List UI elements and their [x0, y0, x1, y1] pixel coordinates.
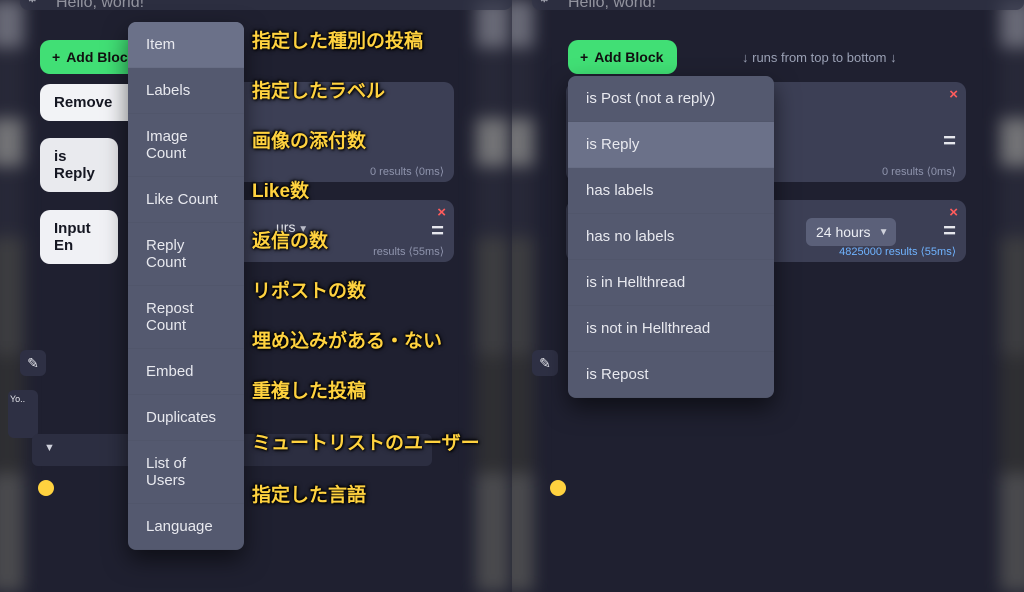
sidebar-blur-r	[512, 0, 534, 592]
close-icon[interactable]: ×	[949, 86, 958, 103]
anno-2: 画像の添付数	[252, 126, 366, 153]
menu-item-like-count[interactable]: Like Count	[128, 177, 244, 223]
remove-card[interactable]: Remove	[40, 84, 138, 121]
menu-item-post-not-reply[interactable]: is Post (not a reply)	[568, 76, 774, 122]
hello-text-r: Hello, world!	[568, 0, 656, 12]
add-block-label: Add Block	[66, 49, 135, 65]
pencil-icon[interactable]: ✎	[20, 350, 46, 376]
menu-item-list-of-users[interactable]: List of Users	[128, 441, 244, 504]
menu-item-in-hellthread[interactable]: is in Hellthread	[568, 260, 774, 306]
anno-1: 指定したラベル	[252, 76, 385, 103]
status-dot	[38, 480, 54, 496]
content-blur	[476, 0, 510, 592]
is-reply-card[interactable]: is Reply	[40, 138, 118, 192]
drag-handle-icon[interactable]: =	[943, 218, 956, 244]
add-block-button-r[interactable]: Add Block	[568, 40, 677, 74]
menu-item-labels[interactable]: Labels	[128, 68, 244, 114]
menu-item-reply-count[interactable]: Reply Count	[128, 223, 244, 286]
right-block2-results: 4825000 results ⟨55ms⟩	[839, 245, 956, 258]
menu-item-not-in-hellthread[interactable]: is not in Hellthread	[568, 306, 774, 352]
sidebar-blur	[0, 0, 24, 592]
pane-right: Hello, world! Add Block ↓ runs from top …	[512, 0, 1024, 592]
menu-item-has-labels[interactable]: has labels	[568, 168, 774, 214]
anno-4: 返信の数	[252, 226, 328, 253]
input-card[interactable]: Input En	[40, 210, 118, 264]
menu-item-image-count[interactable]: Image Count	[128, 114, 244, 177]
input-label: Input En	[54, 220, 91, 254]
anno-3: Like数	[252, 176, 309, 203]
hello-text: Hello, world!	[56, 0, 144, 12]
menu-item-language[interactable]: Language	[128, 504, 244, 550]
left-block1-results: 0 results ⟨0ms⟩	[370, 165, 444, 178]
pane-left: Hello, world! Add Block Remove is Reply …	[0, 0, 512, 592]
anno-7: 重複した投稿	[252, 376, 366, 403]
pencil-icon-r[interactable]: ✎	[532, 350, 558, 376]
anno-6: 埋め込みがある・ない	[252, 326, 442, 353]
drag-handle-icon[interactable]: =	[943, 128, 956, 154]
item-type-menu: Item Labels Image Count Like Count Reply…	[128, 22, 244, 550]
menu-item-has-no-labels[interactable]: has no labels	[568, 214, 774, 260]
status-dot-r	[550, 480, 566, 496]
yo-chip[interactable]: Yo..	[8, 390, 38, 438]
runs-hint: ↓ runs from top to bottom ↓	[742, 50, 897, 65]
time-range-select[interactable]: 24 hours	[806, 218, 896, 246]
add-block-label-r: Add Block	[594, 49, 663, 65]
right-block1-results: 0 results ⟨0ms⟩	[882, 165, 956, 178]
left-block2-results: results ⟨55ms⟩	[373, 245, 444, 258]
content-blur-r	[1000, 0, 1024, 592]
anno-8: ミュートリストのユーザー	[252, 428, 480, 455]
anno-5: リポストの数	[252, 276, 366, 303]
post-type-menu: is Post (not a reply) is Reply has label…	[568, 76, 774, 398]
menu-item-repost-count[interactable]: Repost Count	[128, 286, 244, 349]
menu-item-embed[interactable]: Embed	[128, 349, 244, 395]
menu-item-duplicates[interactable]: Duplicates	[128, 395, 244, 441]
menu-item-is-reply[interactable]: is Reply	[568, 122, 774, 168]
drag-handle-icon[interactable]: =	[431, 218, 444, 244]
is-reply-label: is Reply	[54, 148, 95, 182]
chevron-down-icon: ▼	[44, 442, 55, 454]
menu-item-is-repost[interactable]: is Repost	[568, 352, 774, 398]
anno-0: 指定した種別の投稿	[252, 26, 423, 53]
remove-label: Remove	[54, 94, 112, 111]
anno-9: 指定した言語	[252, 480, 366, 507]
menu-item-item[interactable]: Item	[128, 22, 244, 68]
